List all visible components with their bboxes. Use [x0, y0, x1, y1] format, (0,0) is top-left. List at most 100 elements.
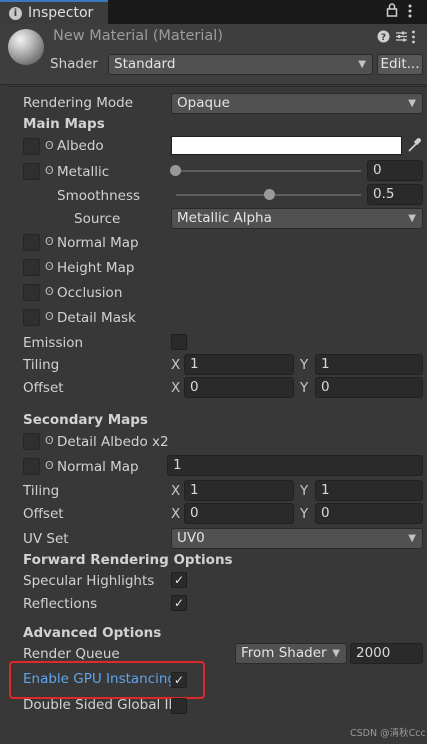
tab-title: Inspector [28, 5, 94, 21]
reflections-label: Reflections [23, 596, 98, 612]
specular-highlights-checkbox[interactable]: ✓ [171, 572, 187, 588]
secondary-tiling-y-field[interactable]: 1 [315, 480, 423, 501]
shader-value: Standard [114, 56, 176, 72]
metallic-value-field[interactable]: 0 [367, 160, 423, 181]
offset-x-label: X [171, 380, 181, 396]
info-icon: i [9, 7, 22, 20]
secondary-tiling-label: Tiling [23, 483, 60, 499]
source-value: Metallic Alpha [177, 210, 272, 226]
preset-sliders-icon[interactable] [395, 30, 408, 47]
eye-icon: ʘ [45, 285, 54, 298]
smoothness-slider-knob[interactable] [263, 189, 275, 200]
secondary-normal-label: Normal Map [57, 459, 139, 475]
chevron-down-icon: ▼ [358, 59, 366, 70]
uv-set-value: UV0 [177, 530, 205, 546]
secondary-offset-y-field[interactable]: 0 [315, 503, 423, 524]
forward-rendering-heading: Forward Rendering Options [23, 552, 233, 568]
secondary-normal-texture-slot[interactable] [23, 458, 40, 475]
chevron-down-icon: ▼ [408, 98, 416, 109]
albedo-texture-slot[interactable] [23, 138, 40, 155]
detail-mask-texture-slot[interactable] [23, 309, 40, 326]
eye-icon: ʘ [45, 260, 54, 273]
secondary-tiling-x-field[interactable]: 1 [184, 480, 294, 501]
occlusion-label: Occlusion [57, 285, 123, 301]
metallic-label: Metallic [57, 164, 110, 180]
double-sided-gi-label: Double Sided Global Illu [23, 697, 185, 713]
main-offset-x-field[interactable]: 0 [184, 377, 294, 398]
eye-icon: ʘ [45, 310, 54, 323]
uv-set-label: UV Set [23, 531, 69, 547]
detail-mask-label: Detail Mask [57, 310, 136, 326]
source-label: Source [74, 211, 121, 227]
main-maps-heading: Main Maps [23, 116, 105, 132]
chevron-down-icon: ▼ [408, 533, 416, 544]
eye-icon: ʘ [45, 164, 54, 177]
tiling-x-label: X [171, 357, 181, 373]
height-map-texture-slot[interactable] [23, 259, 40, 276]
smoothness-label: Smoothness [57, 188, 141, 204]
albedo-label: Albedo [57, 138, 104, 154]
specular-highlights-label: Specular Highlights [23, 573, 155, 589]
render-queue-dropdown[interactable]: From Shader ▼ [235, 643, 347, 664]
tab-inspector[interactable]: i Inspector [0, 0, 108, 24]
render-queue-source: From Shader [241, 645, 327, 661]
render-queue-value-field[interactable]: 2000 [350, 643, 423, 664]
uv-set-dropdown[interactable]: UV0 ▼ [171, 528, 423, 549]
eye-icon: ʘ [45, 139, 54, 152]
secondary-normal-scale-field[interactable]: 1 [167, 455, 423, 476]
chevron-down-icon: ▼ [332, 648, 340, 659]
emission-checkbox[interactable] [171, 334, 187, 350]
rendering-mode-value: Opaque [177, 95, 230, 111]
offset-y-label: Y [300, 506, 309, 522]
material-title: New Material (Material) [53, 28, 223, 44]
tiling-y-label: Y [300, 357, 309, 373]
metallic-slider-track[interactable] [176, 170, 361, 172]
shader-label: Shader [50, 56, 98, 72]
normal-map-texture-slot[interactable] [23, 234, 40, 251]
emission-label: Emission [23, 335, 84, 351]
highlight-box [9, 661, 205, 699]
divider [9, 86, 427, 87]
rendering-mode-dropdown[interactable]: Opaque ▼ [171, 93, 423, 114]
secondary-offset-x-field[interactable]: 0 [184, 503, 294, 524]
reflections-checkbox[interactable]: ✓ [171, 595, 187, 611]
metallic-texture-slot[interactable] [23, 163, 40, 180]
advanced-options-heading: Advanced Options [23, 625, 162, 641]
main-offset-y-field[interactable]: 0 [315, 377, 423, 398]
eye-icon: ʘ [45, 434, 54, 447]
header-menu-icon[interactable] [411, 30, 416, 48]
eyedropper-icon[interactable] [405, 136, 423, 155]
chevron-down-icon: ▼ [408, 213, 416, 224]
edit-shader-button[interactable]: Edit... [377, 54, 423, 75]
eye-icon: ʘ [45, 235, 54, 248]
main-tiling-x-field[interactable]: 1 [184, 354, 294, 375]
double-sided-gi-checkbox[interactable] [171, 698, 187, 714]
main-offset-label: Offset [23, 380, 64, 396]
detail-albedo-texture-slot[interactable] [23, 433, 40, 450]
kebab-menu-icon[interactable] [407, 3, 413, 23]
normal-map-label: Normal Map [57, 235, 139, 251]
render-queue-label: Render Queue [23, 646, 120, 662]
shader-dropdown[interactable]: Standard ▼ [108, 54, 373, 75]
metallic-slider-knob[interactable] [170, 165, 181, 176]
offset-x-label: X [171, 506, 181, 522]
secondary-maps-heading: Secondary Maps [23, 412, 148, 428]
watermark: CSDN @清秋Ccc [350, 728, 426, 739]
albedo-color-field[interactable] [171, 136, 402, 155]
lock-icon[interactable] [386, 2, 398, 22]
eye-icon: ʘ [45, 459, 54, 472]
smoothness-value-field[interactable]: 0.5 [367, 184, 423, 205]
main-tiling-label: Tiling [23, 357, 60, 373]
tiling-x-label: X [171, 483, 181, 499]
help-icon[interactable]: ? [377, 30, 390, 47]
svg-text:?: ? [381, 33, 386, 43]
material-preview-sphere [8, 29, 44, 65]
detail-albedo-label: Detail Albedo x2 [57, 434, 169, 450]
main-tiling-y-field[interactable]: 1 [315, 354, 423, 375]
secondary-offset-label: Offset [23, 506, 64, 522]
offset-y-label: Y [300, 380, 309, 396]
rendering-mode-label: Rendering Mode [23, 95, 134, 111]
source-dropdown[interactable]: Metallic Alpha ▼ [171, 208, 423, 229]
occlusion-texture-slot[interactable] [23, 284, 40, 301]
height-map-label: Height Map [57, 260, 135, 276]
